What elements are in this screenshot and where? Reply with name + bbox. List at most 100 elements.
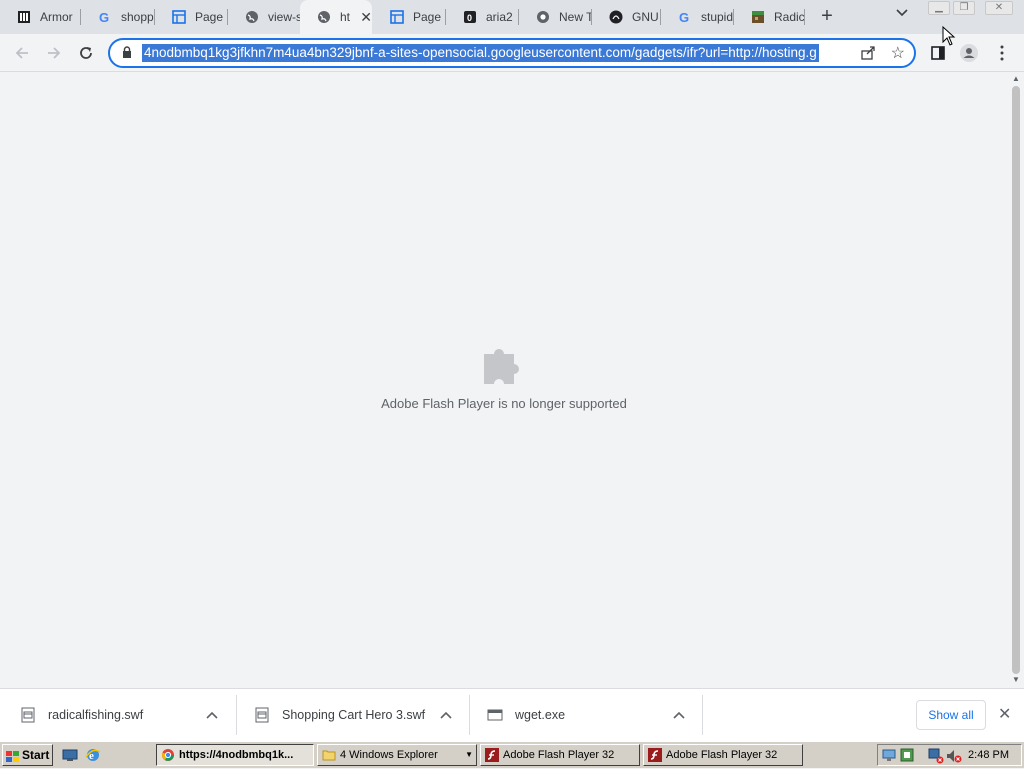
new-tab-button[interactable]: + (815, 5, 839, 29)
flash-player-icon (485, 748, 499, 762)
forward-button[interactable] (42, 41, 66, 65)
bookmark-star-icon[interactable]: ☆ (891, 43, 905, 63)
tab-separator (804, 9, 805, 25)
minimize-button[interactable]: ▁ (928, 1, 950, 15)
puzzle-plugin-icon (482, 342, 526, 391)
volume-muted-icon[interactable] (946, 748, 962, 764)
download-separator (469, 695, 470, 735)
download-separator (236, 695, 237, 735)
menu-kebab-icon[interactable] (990, 41, 1014, 65)
group-dropdown-icon[interactable]: ▼ (465, 745, 473, 765)
update-icon[interactable] (900, 748, 916, 764)
start-label: Start (22, 748, 50, 762)
globe-icon (244, 9, 260, 25)
address-bar[interactable]: 4nodbmbq1kg3jfkhn7m4ua4bn329jbnf-a-sites… (108, 38, 916, 68)
profile-avatar-icon[interactable] (957, 41, 981, 65)
lock-icon[interactable] (122, 46, 132, 64)
page-icon (171, 9, 187, 25)
taskbar-button-chrome[interactable]: https://4nodbmbq1k... (156, 744, 314, 766)
tab-aria2[interactable]: 0 aria2 (446, 0, 518, 34)
svg-text:G: G (99, 10, 109, 24)
flash-unsupported-message: Adobe Flash Player is no longer supporte… (381, 396, 627, 411)
taskbar-button-flash[interactable]: Adobe Flash Player 32 (643, 744, 803, 766)
scroll-down-arrow-icon[interactable]: ▼ (1012, 675, 1020, 684)
mouse-cursor-icon (942, 25, 956, 51)
tab-view-s[interactable]: view-s (228, 0, 300, 34)
tab-label: Page n (195, 10, 227, 24)
taskbar: Start e https://4nodbmbq1k... 4 Windows … (0, 741, 1024, 768)
show-all-button[interactable]: Show all (916, 700, 986, 730)
taskbar-button-explorer[interactable]: 4 Windows Explorer ▼ (317, 744, 477, 766)
taskbar-button-label: 4 Windows Explorer (340, 749, 438, 761)
download-separator (702, 695, 703, 735)
chevron-up-icon[interactable] (206, 708, 218, 722)
close-download-bar-icon[interactable]: ✕ (998, 704, 1011, 724)
close-window-button[interactable]: ✕ (985, 1, 1013, 15)
tab-page-n[interactable]: Page n (155, 0, 227, 34)
download-item[interactable]: Shopping Cart Hero 3.swf (254, 689, 468, 741)
tab-strip: Armor G shopp Page n view-s htt ✕ Page r… (0, 0, 1024, 34)
close-tab-icon[interactable]: ✕ (360, 9, 372, 26)
restore-button[interactable]: ❐ (953, 1, 975, 15)
back-button[interactable] (10, 41, 34, 65)
tab-new-t[interactable]: New T (519, 0, 591, 34)
tab-label: view-s (268, 10, 300, 24)
download-filename: wget.exe (515, 708, 566, 722)
tab-label: shopp (121, 10, 154, 24)
network-icon[interactable] (882, 748, 898, 764)
download-bar: radicalfishing.swf Shopping Cart Hero 3.… (0, 688, 1024, 741)
download-item[interactable]: wget.exe (487, 689, 701, 741)
start-button[interactable]: Start (2, 744, 53, 766)
archive-icon (16, 9, 32, 25)
vertical-scrollbar[interactable]: ▲ ▼ (1008, 72, 1024, 688)
chrome-icon (535, 9, 551, 25)
tab-label: stupid (701, 10, 733, 24)
show-desktop-icon[interactable] (62, 747, 78, 763)
share-icon[interactable] (860, 45, 876, 66)
page-icon (389, 9, 405, 25)
tab-label: htt (340, 10, 351, 24)
scrollbar-thumb[interactable] (1012, 86, 1020, 674)
url-text[interactable]: 4nodbmbq1kg3jfkhn7m4ua4bn329jbnf-a-sites… (142, 44, 819, 62)
chevron-up-icon[interactable] (440, 708, 452, 722)
gnu-icon (608, 9, 624, 25)
clock[interactable]: 2:48 PM (968, 749, 1009, 761)
tab-active[interactable]: htt ✕ (300, 0, 372, 34)
taskbar-button-label: Adobe Flash Player 32 (666, 749, 778, 761)
download-item[interactable]: radicalfishing.swf (20, 689, 234, 741)
tab-radica[interactable]: Radica (734, 0, 804, 34)
tab-page-r[interactable]: Page r (373, 0, 445, 34)
google-icon: G (97, 9, 113, 25)
tab-armor[interactable]: Armor (0, 0, 80, 34)
page-content: Adobe Flash Player is no longer supporte… (0, 72, 1008, 688)
tab-label: GNU V (632, 10, 660, 24)
internet-explorer-icon[interactable]: e (85, 747, 101, 763)
download-filename: Shopping Cart Hero 3.swf (282, 708, 426, 722)
tab-label: Page r (413, 10, 445, 24)
taskbar-button-label: Adobe Flash Player 32 (503, 749, 615, 761)
exe-file-icon (487, 707, 503, 723)
tab-gnu[interactable]: GNU V (592, 0, 660, 34)
chrome-icon (161, 748, 175, 762)
tab-search-chevron-icon[interactable] (896, 6, 908, 21)
globe-icon (316, 9, 332, 25)
tab-label: Radica (774, 10, 804, 24)
svg-text:G: G (679, 10, 689, 24)
tab-label: New T (559, 10, 591, 24)
reload-button[interactable] (74, 41, 98, 65)
svg-text:0: 0 (467, 13, 472, 23)
taskbar-button-flash[interactable]: Adobe Flash Player 32 (480, 744, 640, 766)
flash-player-icon (648, 748, 662, 762)
github-icon: 0 (462, 9, 478, 25)
taskbar-button-label: https://4nodbmbq1k... (179, 749, 294, 761)
swf-file-icon (254, 707, 270, 723)
scroll-up-arrow-icon[interactable]: ▲ (1012, 74, 1020, 83)
tab-label: Armor (40, 10, 73, 24)
tab-shopp[interactable]: G shopp (81, 0, 154, 34)
browser-toolbar: 4nodbmbq1kg3jfkhn7m4ua4bn329jbnf-a-sites… (0, 34, 1024, 72)
tab-label: aria2 (486, 10, 513, 24)
system-tray: 2:48 PM (877, 744, 1022, 766)
chevron-up-icon[interactable] (673, 708, 685, 722)
tab-stupid[interactable]: G stupid (661, 0, 733, 34)
network-disconnected-icon[interactable] (928, 748, 944, 764)
